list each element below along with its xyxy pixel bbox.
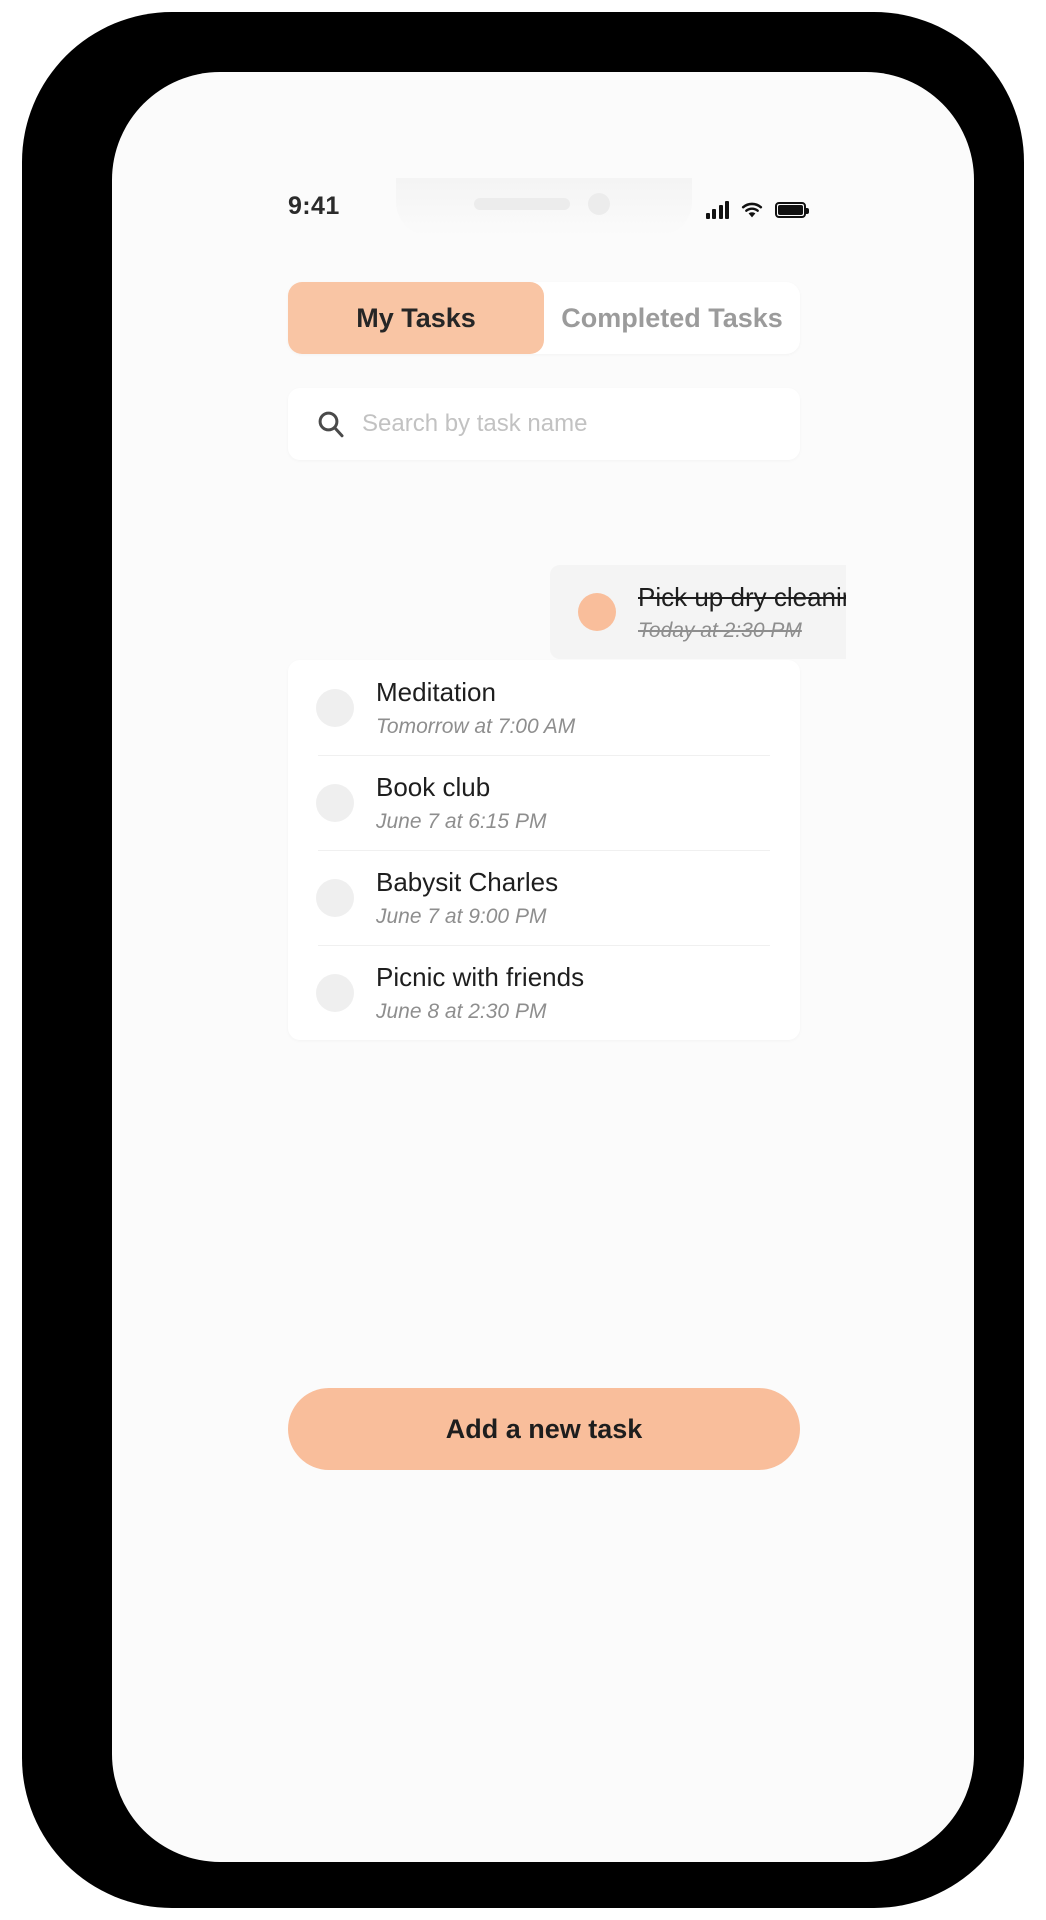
- dragged-task-subtitle: Today at 2:30 PM: [638, 618, 802, 642]
- device-bezel: 9:41 My Tasks Completed Tasks Search by …: [112, 72, 974, 1862]
- task-text: Babysit Charles June 7 at 9:00 PM: [376, 867, 558, 929]
- task-text: Meditation Tomorrow at 7:00 AM: [376, 677, 575, 739]
- task-subtitle: June 7 at 6:15 PM: [376, 809, 547, 833]
- task-checkbox-icon[interactable]: [316, 973, 354, 1012]
- search-input[interactable]: [362, 410, 762, 438]
- task-list: Meditation Tomorrow at 7:00 AM Book club…: [288, 660, 800, 1040]
- add-new-task-button[interactable]: Add a new task: [288, 1388, 800, 1470]
- tab-completed-tasks[interactable]: Completed Tasks: [544, 282, 800, 354]
- task-row[interactable]: Picnic with friends June 8 at 2:30 PM: [288, 945, 800, 1040]
- task-subtitle: June 7 at 9:00 PM: [376, 904, 547, 928]
- app-content: My Tasks Completed Tasks Search by task …: [242, 240, 846, 1488]
- task-text: Picnic with friends June 8 at 2:30 PM: [376, 962, 584, 1024]
- task-title: Picnic with friends: [376, 961, 585, 992]
- task-text: Book club June 7 at 6:15 PM: [376, 772, 546, 834]
- task-subtitle: Tomorrow at 7:00 AM: [376, 714, 576, 738]
- search-bar[interactable]: [288, 388, 800, 460]
- task-title: Babysit Charles: [376, 866, 559, 897]
- task-row[interactable]: Babysit Charles June 7 at 9:00 PM: [288, 850, 800, 945]
- tab-my-tasks[interactable]: My Tasks: [288, 282, 544, 354]
- signal-bars-icon: [705, 200, 729, 219]
- task-row[interactable]: Meditation Tomorrow at 7:00 AM: [288, 660, 800, 755]
- wifi-icon: [740, 200, 764, 219]
- task-checkbox-icon[interactable]: [316, 688, 354, 727]
- dragged-task-text: Pick up dry cleaning Today at 2:30 PM: [638, 582, 846, 643]
- battery-full-icon: [775, 202, 809, 218]
- task-checkbox-icon[interactable]: [316, 878, 354, 917]
- search-icon: [316, 409, 346, 439]
- dragged-task-title: Pick up dry cleaning: [638, 581, 846, 612]
- tab-bar: My Tasks Completed Tasks: [288, 282, 800, 354]
- task-subtitle: June 8 at 2:30 PM: [376, 999, 547, 1023]
- task-checkbox-icon[interactable]: [316, 783, 354, 822]
- task-title: Book club: [376, 771, 491, 802]
- device-frame: 9:41 My Tasks Completed Tasks Search by …: [22, 12, 1024, 1908]
- status-icons: [705, 195, 809, 219]
- status-time: 9:41: [288, 192, 340, 220]
- status-bar: 9:41: [242, 178, 846, 240]
- task-row[interactable]: Book club June 7 at 6:15 PM: [288, 755, 800, 850]
- task-title: Meditation: [376, 676, 496, 707]
- phone-screen: 9:41 My Tasks Completed Tasks Search by …: [242, 178, 846, 1488]
- dragged-task-card[interactable]: Pick up dry cleaning Today at 2:30 PM: [550, 565, 846, 659]
- task-checkbox-filled-icon[interactable]: [578, 593, 616, 631]
